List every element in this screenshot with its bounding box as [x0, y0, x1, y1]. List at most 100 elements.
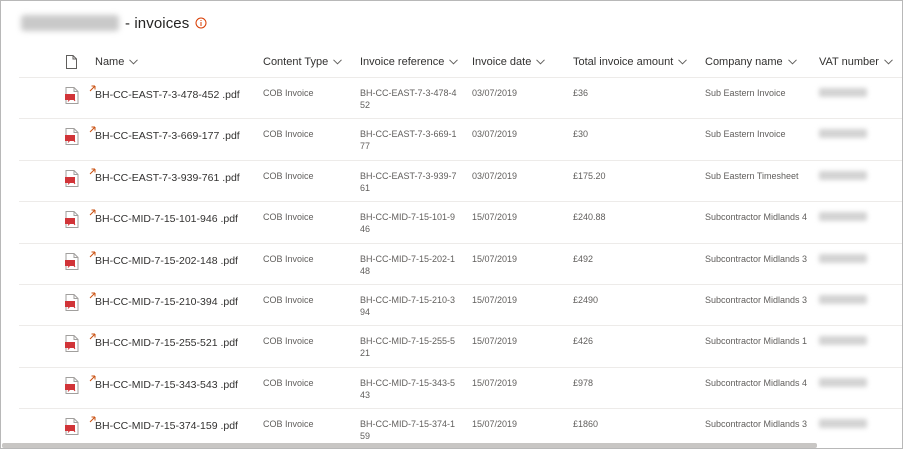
vat-number-cell-blurred — [819, 170, 867, 183]
redacted-value — [819, 294, 867, 304]
column-header-invoice-date[interactable]: Invoice date — [472, 46, 546, 78]
invoice-reference-cell: BH-CC-MID-7-15-101-946 — [360, 212, 456, 235]
company-name-cell: Subcontractor Midlands 1 — [705, 336, 808, 347]
company-name-cell: Subcontractor Midlands 4 — [705, 212, 808, 223]
chevron-down-icon — [536, 59, 546, 65]
invoice-date-cell: 03/07/2019 — [472, 170, 518, 181]
column-header-label: Content Type — [263, 56, 329, 68]
column-header-label: Invoice date — [472, 56, 532, 68]
content-type-cell: COB Invoice — [263, 294, 314, 305]
invoice-reference-cell: BH-CC-MID-7-15-255-521 — [360, 336, 456, 359]
company-name-cell: Subcontractor Midlands 4 — [705, 377, 808, 388]
total-invoice-amount-cell: £2490 — [573, 294, 599, 305]
chevron-down-icon — [129, 59, 139, 65]
table-row[interactable]: BH-CC-EAST-7-3-669-177 .pdf COB Invoice … — [19, 119, 902, 161]
invoice-reference-cell: BH-CC-MID-7-15-210-394 — [360, 294, 456, 317]
file-name-link[interactable]: BH-CC-EAST-7-3-669-177 .pdf — [95, 130, 240, 142]
file-name-link[interactable]: BH-CC-MID-7-15-101-946 .pdf — [95, 213, 238, 225]
pdf-file-icon — [65, 418, 79, 436]
column-header-company-name[interactable]: Company name — [705, 46, 797, 78]
invoice-reference-cell: BH-CC-MID-7-15-202-148 — [360, 253, 456, 276]
vat-number-cell-blurred — [819, 335, 867, 348]
invoice-date-cell: 15/07/2019 — [472, 253, 518, 264]
vat-number-cell-blurred — [819, 211, 867, 224]
invoice-list: BH-CC-EAST-7-3-478-452 .pdf COB Invoice … — [19, 78, 902, 448]
title-row: - invoices — [21, 11, 207, 35]
site-name-blurred[interactable] — [21, 15, 119, 31]
column-header-vat-number[interactable]: VAT number — [819, 46, 893, 78]
table-row[interactable]: BH-CC-MID-7-15-343-543 .pdf COB Invoice … — [19, 368, 902, 410]
invoice-reference-cell: BH-CC-MID-7-15-343-543 — [360, 377, 456, 400]
file-name-link[interactable]: BH-CC-MID-7-15-343-543 .pdf — [95, 379, 238, 391]
page-title: - invoices — [125, 14, 190, 32]
company-name-cell: Subcontractor Midlands 3 — [705, 419, 808, 430]
company-name-cell: Sub Eastern Invoice — [705, 88, 786, 98]
chevron-down-icon — [678, 59, 688, 65]
invoice-reference-cell: BH-CC-EAST-7-3-478-452 — [360, 88, 457, 110]
table-row[interactable]: BH-CC-MID-7-15-210-394 .pdf COB Invoice … — [19, 285, 902, 327]
invoice-date-cell: 15/07/2019 — [472, 212, 518, 223]
vat-number-cell-blurred — [819, 294, 867, 307]
file-name-link[interactable]: BH-CC-EAST-7-3-478-452 .pdf — [95, 89, 240, 101]
chevron-down-icon — [333, 59, 343, 65]
vat-number-cell-blurred — [819, 87, 867, 100]
pdf-file-icon — [65, 169, 79, 187]
redacted-value — [819, 129, 867, 139]
table-row[interactable]: BH-CC-MID-7-15-255-521 .pdf COB Invoice … — [19, 326, 902, 368]
table-row[interactable]: BH-CC-EAST-7-3-478-452 .pdf COB Invoice … — [19, 78, 902, 120]
pdf-file-icon — [65, 376, 79, 394]
file-name-link[interactable]: BH-CC-EAST-7-3-939-761 .pdf — [95, 172, 240, 184]
content-type-cell: COB Invoice — [263, 170, 314, 181]
column-header-content-type[interactable]: Content Type — [263, 46, 343, 78]
total-invoice-amount-cell: £175.20 — [573, 170, 606, 181]
column-header-total-invoice-amount[interactable]: Total invoice amount — [573, 46, 688, 78]
total-invoice-amount-cell: £426 — [573, 336, 594, 347]
invoice-date-cell: 15/07/2019 — [472, 336, 518, 347]
pdf-file-icon — [65, 211, 79, 229]
content-type-cell: COB Invoice — [263, 419, 314, 430]
pdf-file-icon — [65, 87, 79, 104]
company-name-cell: Sub Eastern Timesheet — [705, 170, 799, 181]
column-header-label: Invoice reference — [360, 56, 445, 68]
chevron-down-icon — [449, 59, 459, 65]
document-icon[interactable] — [66, 55, 77, 69]
redacted-value — [819, 212, 867, 222]
chevron-down-icon — [884, 59, 893, 65]
total-invoice-amount-cell: £30 — [573, 129, 589, 140]
invoice-reference-cell: BH-CC-EAST-7-3-669-177 — [360, 129, 457, 152]
column-header-label: Company name — [705, 56, 783, 68]
file-name-link[interactable]: BH-CC-MID-7-15-202-148 .pdf — [95, 255, 238, 267]
company-name-cell: Subcontractor Midlands 3 — [705, 253, 808, 264]
table-row[interactable]: BH-CC-MID-7-15-202-148 .pdf COB Invoice … — [19, 244, 902, 285]
invoice-date-cell: 15/07/2019 — [472, 377, 518, 388]
file-name-link[interactable]: BH-CC-MID-7-15-210-394 .pdf — [95, 296, 238, 308]
invoice-reference-cell: BH-CC-EAST-7-3-939-761 — [360, 170, 457, 193]
invoice-date-cell: 03/07/2019 — [472, 129, 518, 140]
invoice-date-cell: 15/07/2019 — [472, 294, 518, 305]
content-type-cell: COB Invoice — [263, 88, 314, 98]
info-icon[interactable] — [195, 17, 207, 29]
file-name-link[interactable]: BH-CC-MID-7-15-374-159 .pdf — [95, 420, 238, 432]
company-name-cell: Sub Eastern Invoice — [705, 129, 786, 140]
horizontal-scrollbar[interactable] — [2, 443, 817, 448]
column-header-invoice-reference[interactable]: Invoice reference — [360, 46, 459, 78]
vat-number-cell-blurred — [819, 128, 867, 141]
redacted-value — [819, 170, 867, 180]
invoice-reference-cell: BH-CC-MID-7-15-374-159 — [360, 419, 456, 442]
company-name-cell: Subcontractor Midlands 3 — [705, 294, 808, 305]
content-type-cell: COB Invoice — [263, 377, 314, 388]
table-row[interactable]: BH-CC-MID-7-15-101-946 .pdf COB Invoice … — [19, 202, 902, 244]
redacted-value — [819, 253, 867, 263]
total-invoice-amount-cell: £1860 — [573, 419, 599, 430]
file-name-link[interactable]: BH-CC-MID-7-15-255-521 .pdf — [95, 337, 238, 349]
column-header-label: Total invoice amount — [573, 56, 674, 68]
invoice-date-cell: 03/07/2019 — [472, 88, 518, 98]
content-type-cell: COB Invoice — [263, 129, 314, 140]
chevron-down-icon — [787, 59, 797, 65]
column-header-name[interactable]: Name — [95, 46, 139, 78]
content-type-cell: COB Invoice — [263, 253, 314, 264]
redacted-value — [819, 419, 867, 429]
redacted-value — [819, 377, 867, 387]
content-type-cell: COB Invoice — [263, 212, 314, 223]
table-row[interactable]: BH-CC-EAST-7-3-939-761 .pdf COB Invoice … — [19, 161, 902, 203]
